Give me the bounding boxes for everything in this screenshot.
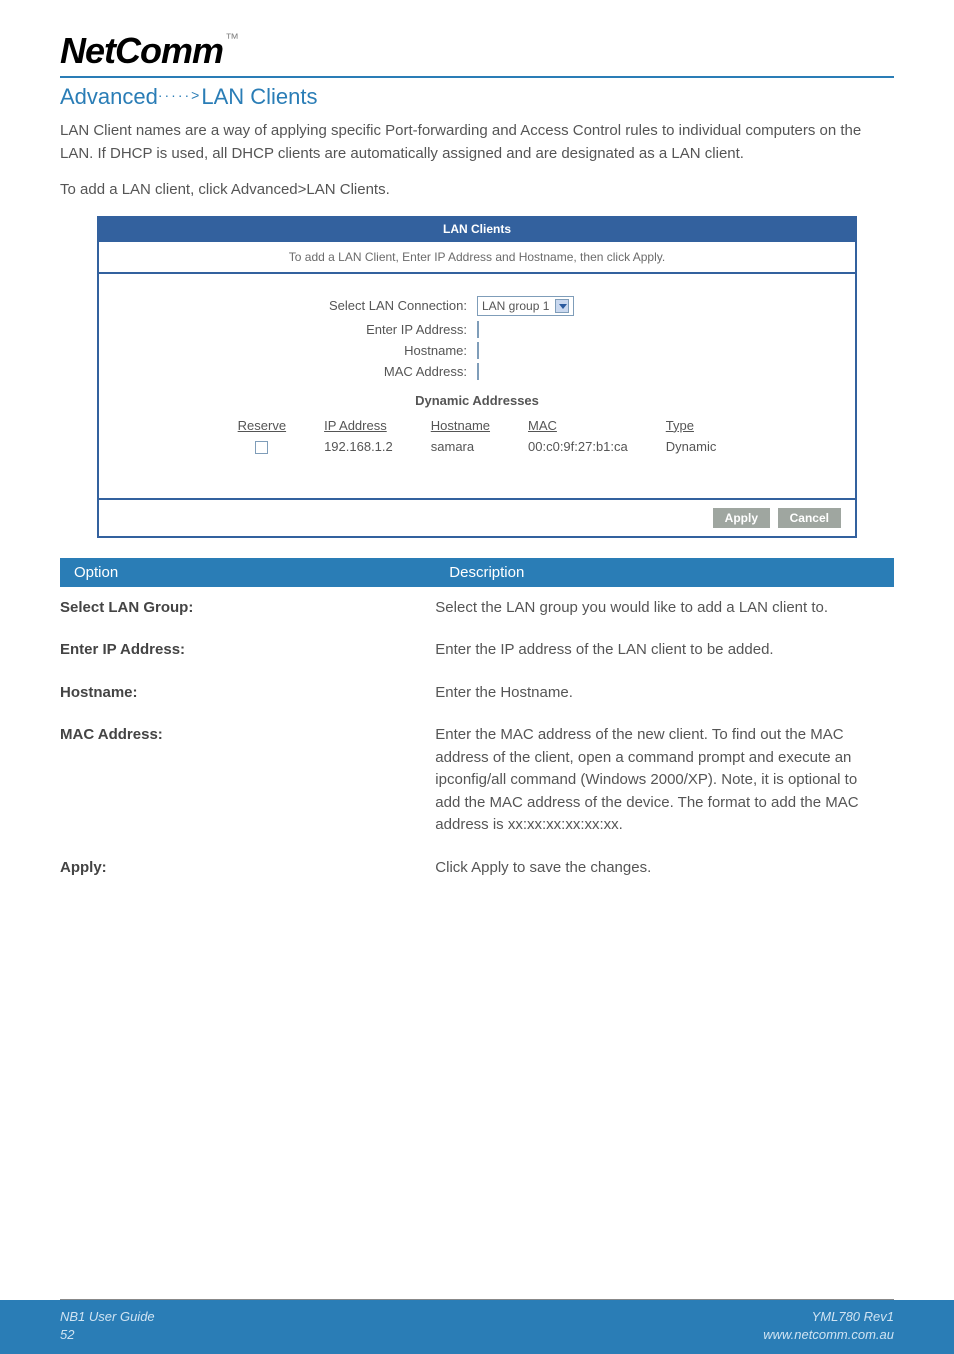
footer-page-number: 52 xyxy=(60,1326,155,1344)
cell-ip: 192.168.1.2 xyxy=(306,437,411,456)
option-row: Enter IP Address: Enter the IP address o… xyxy=(60,629,894,672)
panel-titlebar: LAN Clients xyxy=(99,218,855,240)
intro-paragraph-2: To add a LAN client, click Advanced>LAN … xyxy=(60,179,894,202)
chevron-down-icon xyxy=(555,299,569,313)
ip-address-input[interactable] xyxy=(477,321,479,338)
brand-logo: NetComm™ xyxy=(60,30,894,72)
select-lan-label: Select LAN Connection: xyxy=(129,298,477,313)
intro-paragraph-1: LAN Client names are a way of applying s… xyxy=(60,120,894,165)
option-desc: Select the LAN group you would like to a… xyxy=(435,587,894,630)
option-label: Apply: xyxy=(60,847,435,890)
section-title: Advanced·····>LAN Clients xyxy=(60,84,894,110)
logo-text: NetComm xyxy=(60,30,223,71)
options-header-option: Option xyxy=(60,558,435,587)
hostname-label: Hostname: xyxy=(129,343,477,358)
option-row: MAC Address: Enter the MAC address of th… xyxy=(60,714,894,847)
option-desc: Enter the IP address of the LAN client t… xyxy=(435,629,894,672)
select-lan-connection[interactable]: LAN group 1 xyxy=(477,296,574,316)
footer-doc-title: NB1 User Guide xyxy=(60,1308,155,1326)
option-row: Hostname: Enter the Hostname. xyxy=(60,672,894,715)
option-desc: Enter the Hostname. xyxy=(435,672,894,715)
option-desc: Click Apply to save the changes. xyxy=(435,847,894,890)
options-header-description: Description xyxy=(435,558,894,587)
col-mac: MAC xyxy=(510,416,646,435)
page-footer: NB1 User Guide 52 YML780 Rev1 www.netcom… xyxy=(0,1300,954,1354)
options-table: Option Description Select LAN Group: Sel… xyxy=(60,558,894,890)
option-label: Enter IP Address: xyxy=(60,629,435,672)
title-suffix: LAN Clients xyxy=(201,84,317,109)
panel-instruction: To add a LAN Client, Enter IP Address an… xyxy=(99,240,855,274)
logo-tm: ™ xyxy=(225,30,238,46)
reserve-checkbox[interactable] xyxy=(255,441,268,454)
divider xyxy=(60,76,894,78)
option-label: Hostname: xyxy=(60,672,435,715)
hostname-input[interactable] xyxy=(477,342,479,359)
option-row: Select LAN Group: Select the LAN group y… xyxy=(60,587,894,630)
panel-footer: Apply Cancel xyxy=(99,498,855,536)
option-desc: Enter the MAC address of the new client.… xyxy=(435,714,894,847)
option-label: MAC Address: xyxy=(60,714,435,847)
col-type: Type xyxy=(648,416,735,435)
title-prefix: Advanced xyxy=(60,84,158,109)
title-arrow: ·····> xyxy=(158,87,202,103)
cell-hostname: samara xyxy=(413,437,508,456)
select-value: LAN group 1 xyxy=(482,299,549,313)
footer-revision: YML780 Rev1 xyxy=(763,1308,894,1326)
option-row: Apply: Click Apply to save the changes. xyxy=(60,847,894,890)
cell-type: Dynamic xyxy=(648,437,735,456)
col-reserve: Reserve xyxy=(220,416,304,435)
mac-address-label: MAC Address: xyxy=(129,364,477,379)
footer-url: www.netcomm.com.au xyxy=(763,1326,894,1344)
ip-address-label: Enter IP Address: xyxy=(129,322,477,337)
option-label: Select LAN Group: xyxy=(60,587,435,630)
cell-mac: 00:c0:9f:27:b1:ca xyxy=(510,437,646,456)
col-ip: IP Address xyxy=(306,416,411,435)
mac-address-input[interactable] xyxy=(477,363,479,380)
dynamic-addresses-heading: Dynamic Addresses xyxy=(129,393,825,408)
col-hostname: Hostname xyxy=(413,416,508,435)
apply-button[interactable]: Apply xyxy=(713,508,770,528)
table-row: 192.168.1.2 samara 00:c0:9f:27:b1:ca Dyn… xyxy=(220,437,735,456)
cancel-button[interactable]: Cancel xyxy=(778,508,841,528)
lan-clients-panel: LAN Clients To add a LAN Client, Enter I… xyxy=(97,216,857,538)
dynamic-addresses-table: Reserve IP Address Hostname MAC Type 192… xyxy=(218,414,737,458)
